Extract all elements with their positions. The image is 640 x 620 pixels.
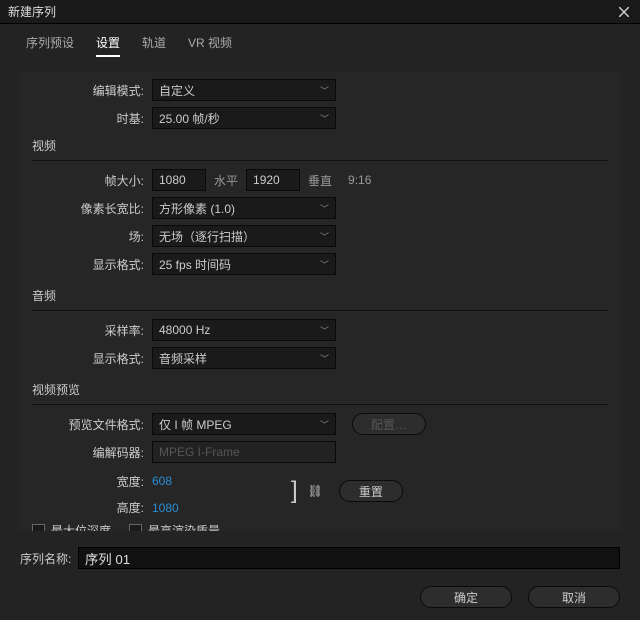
fields-select[interactable]: 无场（逐行扫描）﹀ [152,225,336,247]
codec-select: MPEG I-Frame [152,441,336,463]
edit-mode-label: 编辑模式: [32,82,152,99]
preview-format-label: 预览文件格式: [32,416,152,433]
close-icon[interactable] [616,4,632,20]
bracket-icon: ] [287,479,302,503]
chevron-down-icon: ﹀ [320,352,329,365]
tab-bar: 序列预设 设置 轨道 VR 视频 [20,34,620,57]
frame-height-input[interactable]: 1920 [246,169,300,191]
audio-display-format-select[interactable]: 音频采样﹀ [152,347,336,369]
chevron-down-icon: ﹀ [320,202,329,215]
pixel-aspect-label: 像素长宽比: [32,200,152,217]
pixel-aspect-select[interactable]: 方形像素 (1.0)﹀ [152,197,336,219]
preview-width-link[interactable]: 608 [152,474,212,488]
display-format-select[interactable]: 25 fps 时间码﹀ [152,253,336,275]
chevron-down-icon: ﹀ [320,418,329,431]
audio-display-format-label: 显示格式: [32,350,152,367]
preview-width-label: 宽度: [32,473,152,490]
frame-size-label: 帧大小: [32,172,152,189]
preview-format-select[interactable]: 仅 I 帧 MPEG﹀ [152,413,336,435]
tab-settings[interactable]: 设置 [96,34,120,57]
chevron-down-icon: ﹀ [320,230,329,243]
dialog-content: 序列预设 设置 轨道 VR 视频 编辑模式: 自定义﹀ 时基: 25.00 帧/… [0,24,640,620]
window-title: 新建序列 [8,3,56,20]
preview-height-label: 高度: [32,499,152,516]
dialog-footer: 确定 取消 [420,586,620,608]
fields-label: 场: [32,228,152,245]
sample-rate-select[interactable]: 48000 Hz﹀ [152,319,336,341]
edit-mode-select[interactable]: 自定义﹀ [152,79,336,101]
sequence-name-input[interactable] [78,547,620,569]
titlebar: 新建序列 [0,0,640,24]
audio-section-label: 音频 [32,287,608,304]
preview-height-link[interactable]: 1080 [152,501,179,515]
timebase-select[interactable]: 25.00 帧/秒﹀ [152,107,336,129]
sample-rate-label: 采样率: [32,322,152,339]
tab-vr[interactable]: VR 视频 [188,34,232,57]
max-bit-depth-checkbox[interactable]: 最大位深度 [32,522,111,531]
preview-section-label: 视频预览 [32,381,608,398]
sequence-name-row: 序列名称: [20,547,620,569]
chevron-down-icon: ﹀ [320,324,329,337]
vertical-label: 垂直 [300,172,340,189]
video-section-label: 视频 [32,137,608,154]
chevron-down-icon: ﹀ [320,84,329,97]
codec-label: 编解码器: [32,444,152,461]
reset-button[interactable]: 重置 [339,480,403,502]
settings-panel: 编辑模式: 自定义﹀ 时基: 25.00 帧/秒﹀ 视频 帧大小: 1080 水… [20,71,620,531]
sequence-name-label: 序列名称: [20,550,78,567]
aspect-ratio-display: 9:16 [340,173,371,187]
display-format-label: 显示格式: [32,256,152,273]
ok-button[interactable]: 确定 [420,586,512,608]
timebase-label: 时基: [32,110,152,127]
tab-tracks[interactable]: 轨道 [142,34,166,57]
cancel-button[interactable]: 取消 [528,586,620,608]
chevron-down-icon: ﹀ [320,112,329,125]
configure-button: 配置… [352,413,426,435]
tab-preset[interactable]: 序列预设 [26,34,74,57]
horizontal-label: 水平 [206,172,246,189]
max-render-quality-checkbox[interactable]: 最高渲染质量 [129,522,220,531]
frame-width-input[interactable]: 1080 [152,169,206,191]
chevron-down-icon: ﹀ [320,258,329,271]
link-icon[interactable]: ⛓ [302,484,329,498]
